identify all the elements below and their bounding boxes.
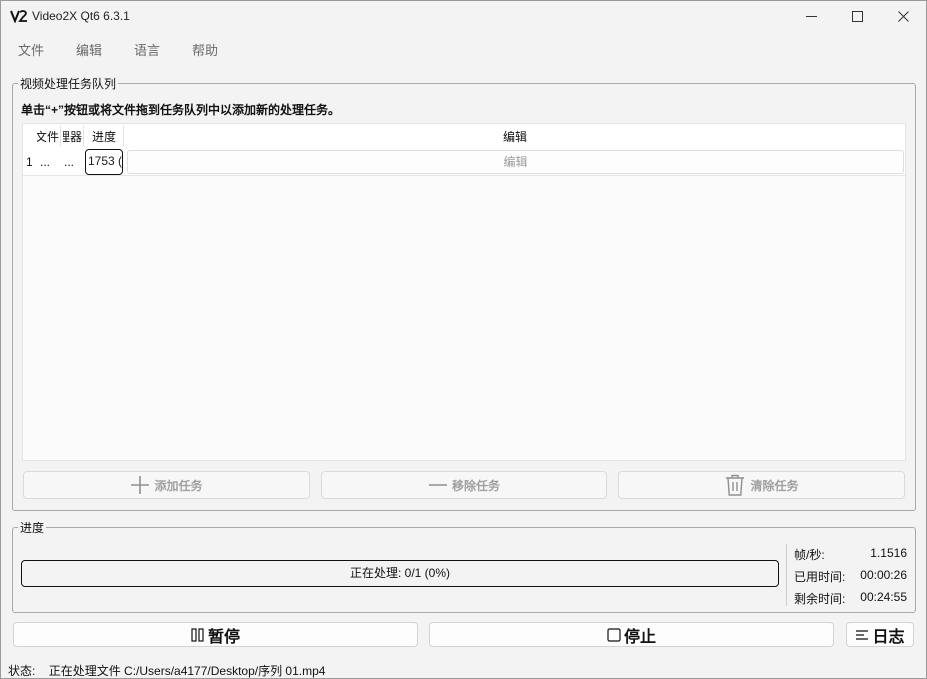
title-bar: Video2X Qt6 6.3.1 bbox=[1, 1, 926, 32]
menu-help[interactable]: 帮助 bbox=[192, 40, 218, 59]
progress-bar-text: 正在处理: 0/1 (0%) bbox=[349, 566, 451, 580]
pause-button[interactable]: 暂停 bbox=[13, 622, 418, 647]
log-label: 日志 bbox=[872, 628, 905, 646]
maximize-button[interactable] bbox=[834, 1, 880, 32]
log-button[interactable]: 日志 bbox=[846, 622, 914, 647]
minus-icon bbox=[428, 484, 447, 486]
status-label: 状态: bbox=[8, 664, 36, 678]
clear-tasks-label: 清除任务 bbox=[750, 478, 799, 493]
column-header-processor[interactable]: 处理器 bbox=[63, 128, 82, 145]
pause-icon bbox=[191, 627, 204, 642]
fps-label: 帧/秒: bbox=[794, 548, 825, 562]
status-text: 正在处理文件 C:/Users/a4177/Desktop/序列 01.mp4 bbox=[48, 664, 326, 678]
menu-language[interactable]: 语言 bbox=[134, 40, 160, 59]
row-processor: ... bbox=[64, 155, 75, 169]
plus-icon bbox=[131, 476, 150, 494]
app-window: Video2X Qt6 6.3.1 文件 编辑 语言 帮助 视频处理任务队列 单… bbox=[0, 0, 927, 679]
row-progress: 1753 ( bbox=[85, 149, 123, 175]
row-index: 1 bbox=[26, 155, 33, 169]
column-divider bbox=[123, 126, 124, 146]
queue-hint: 单击“+”按钮或将文件拖到任务队列中以添加新的处理任务。 bbox=[21, 103, 341, 117]
progress-title: 进度 bbox=[18, 519, 47, 536]
close-button[interactable] bbox=[880, 1, 926, 32]
maximize-icon bbox=[851, 11, 863, 22]
menu-file[interactable]: 文件 bbox=[18, 40, 44, 59]
stop-button[interactable]: 停止 bbox=[429, 622, 834, 647]
progress-bar: 正在处理: 0/1 (0%) bbox=[21, 560, 779, 587]
row-edit-button[interactable]: 编辑 bbox=[127, 150, 904, 174]
menu-edit[interactable]: 编辑 bbox=[76, 40, 102, 59]
task-queue-title: 视频处理任务队列 bbox=[18, 75, 119, 92]
pause-label: 暂停 bbox=[207, 628, 240, 646]
elapsed-label: 已用时间: bbox=[794, 570, 846, 584]
log-lines-icon bbox=[856, 629, 869, 640]
window-title: Video2X Qt6 6.3.1 bbox=[32, 9, 130, 23]
minimize-button[interactable] bbox=[788, 1, 834, 32]
clear-tasks-button[interactable]: 清除任务 bbox=[618, 471, 905, 499]
stop-label: 停止 bbox=[623, 628, 656, 646]
task-queue-table[interactable]: 文件 处理器 进度 编辑 1 ... ... 1753 ( 编辑 bbox=[22, 123, 906, 461]
column-divider bbox=[60, 126, 61, 146]
elapsed-value: 00:00:26 bbox=[860, 568, 907, 582]
table-row[interactable]: 1 ... ... 1753 ( 编辑 bbox=[23, 148, 905, 176]
status-bar: 状态: 正在处理文件 C:/Users/a4177/Desktop/序列 01.… bbox=[8, 662, 325, 679]
column-header-progress[interactable]: 进度 bbox=[92, 128, 116, 145]
row-file: ... bbox=[40, 155, 51, 169]
remaining-label: 剩余时间: bbox=[794, 592, 846, 606]
add-task-label: 添加任务 bbox=[154, 478, 203, 493]
remaining-value: 00:24:55 bbox=[860, 590, 907, 604]
remove-task-label: 移除任务 bbox=[451, 478, 500, 493]
add-task-button[interactable]: 添加任务 bbox=[23, 471, 310, 499]
menu-bar: 文件 编辑 语言 帮助 bbox=[1, 37, 926, 59]
column-header-file[interactable]: 文件 bbox=[37, 128, 59, 145]
trash-icon bbox=[726, 474, 745, 496]
stats-divider bbox=[786, 544, 787, 606]
minimize-icon bbox=[805, 16, 817, 17]
fps-value: 1.1516 bbox=[870, 546, 907, 560]
column-header-edit[interactable]: 编辑 bbox=[503, 128, 527, 145]
remove-task-button[interactable]: 移除任务 bbox=[321, 471, 607, 499]
table-header: 文件 处理器 进度 编辑 bbox=[23, 124, 905, 148]
column-divider bbox=[83, 126, 84, 146]
stop-icon bbox=[607, 627, 621, 642]
close-icon bbox=[897, 11, 909, 22]
app-logo-icon bbox=[10, 10, 27, 23]
